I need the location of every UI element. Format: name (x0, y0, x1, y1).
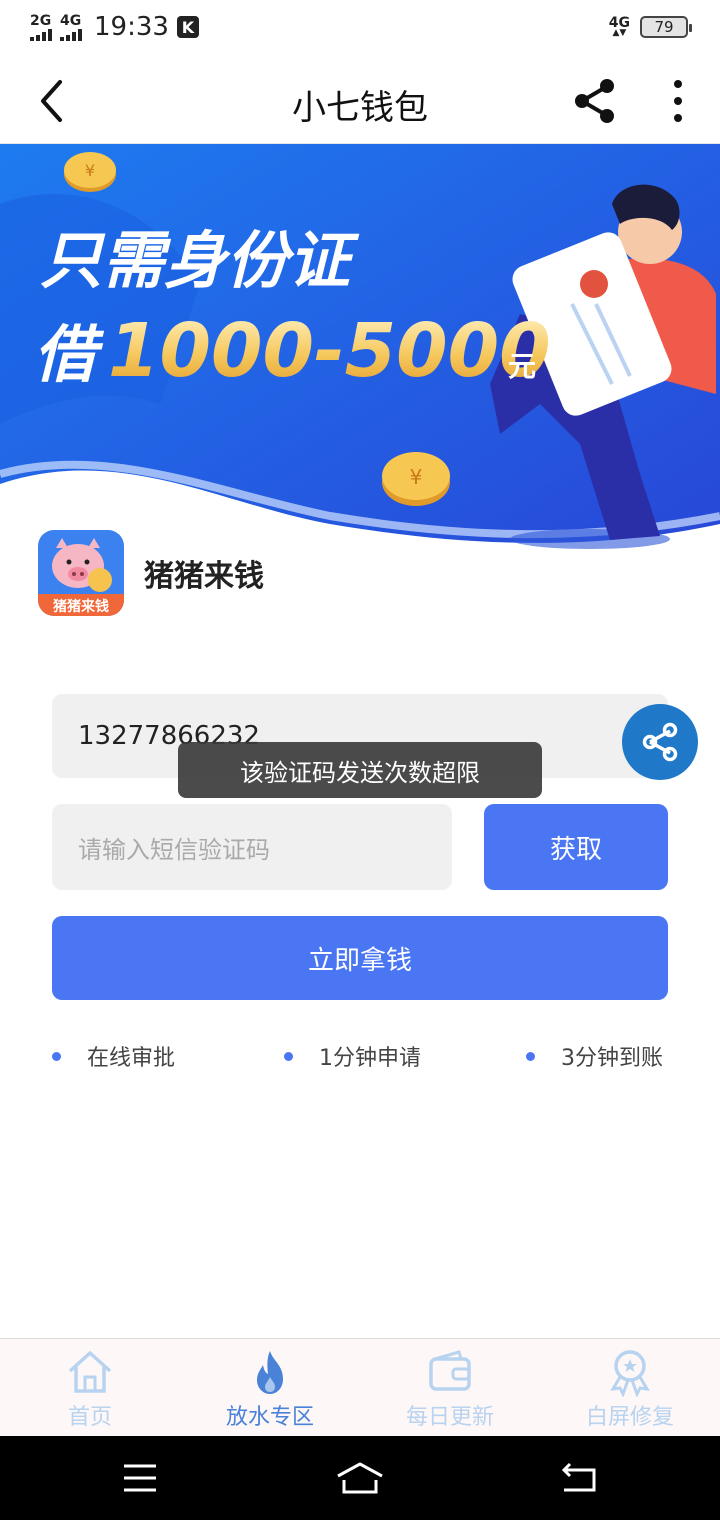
bottom-tab-bar: 首页 放水专区 每日更新 白屏修复 (0, 1338, 720, 1436)
wallet-icon (429, 1350, 471, 1391)
return-icon (561, 1462, 596, 1492)
bullet-icon (284, 1051, 293, 1061)
coin-icon: ¥ (382, 452, 450, 506)
signal-2g-label: 2G (30, 12, 52, 29)
more-vertical-icon (674, 80, 682, 122)
promo-banner[interactable]: ¥ ¥ 只需身份证 借 1000-5000 元 (0, 144, 720, 580)
feature-label: 3分钟到账 (561, 1046, 663, 1071)
share-icon (575, 79, 614, 123)
status-left: 2G 4G 19:33 K (30, 12, 199, 42)
home-outline-icon (337, 1462, 383, 1494)
tab-white-screen-fix[interactable]: 白屏修复 (540, 1347, 720, 1435)
banner-graphic: ¥ ¥ 只需身份证 借 1000-5000 元 (0, 144, 720, 580)
feature-list: 在线审批 1分钟申请 3分钟到账 (52, 1040, 668, 1080)
bullet-icon (526, 1051, 535, 1061)
banner-line2-prefix: 借 (34, 318, 105, 391)
tab-home[interactable]: 首页 (0, 1347, 180, 1435)
get-code-button[interactable]: 获取 (484, 804, 668, 890)
signal-4g-bars-icon (60, 28, 82, 41)
network-4g-icon: 4G ▲▼ (608, 14, 630, 38)
banner-amount: 1000-5000 (108, 308, 551, 394)
battery-icon: 79 (640, 16, 692, 38)
signal-2g-bars-icon (30, 28, 52, 41)
tab-label: 首页 (67, 1405, 112, 1430)
menu-button[interactable] (110, 1458, 170, 1498)
share-icon (642, 722, 678, 762)
system-back-button[interactable] (550, 1458, 610, 1498)
system-nav-bar (0, 1436, 720, 1520)
home-icon (68, 1351, 112, 1393)
toast-message: 该验证码发送次数超限 (178, 742, 542, 798)
signal-2g: 2G (30, 14, 52, 41)
tab-label: 放水专区 (225, 1405, 314, 1430)
tab-label: 白屏修复 (585, 1405, 674, 1430)
more-button[interactable] (658, 76, 698, 126)
share-button[interactable] (570, 76, 620, 126)
banner-line1: 只需身份证 (40, 224, 360, 297)
award-icon (610, 1350, 650, 1397)
banner-unit: 元 (508, 350, 536, 383)
feature-label: 在线审批 (87, 1046, 176, 1071)
feature-item: 1分钟申请 (284, 1040, 421, 1072)
feature-label: 1分钟申请 (319, 1046, 421, 1071)
svg-text:¥: ¥ (85, 161, 95, 180)
pig-app-icon[interactable]: 猪猪来钱 (38, 530, 124, 616)
tab-daily-update[interactable]: 每日更新 (360, 1347, 540, 1435)
app-card: 猪猪来钱 猪猪来钱 (38, 530, 264, 616)
tab-label: 每日更新 (405, 1405, 494, 1430)
network-4g-label: 4G (608, 14, 630, 31)
get-money-button[interactable]: 立即拿钱 (52, 916, 668, 1000)
bullet-icon (52, 1051, 61, 1061)
status-bar: 2G 4G 19:33 K 4G ▲▼ 79 (0, 0, 720, 58)
flame-icon (257, 1351, 283, 1394)
menu-icon (124, 1464, 156, 1492)
app-icon-label: 猪猪来钱 (52, 598, 109, 615)
feature-item: 在线审批 (52, 1040, 175, 1072)
signal-4g-label: 4G (60, 12, 82, 29)
k-app-icon: K (176, 16, 199, 38)
clock: 19:33 (94, 12, 169, 42)
signal-4g: 4G (60, 14, 82, 41)
floating-share-button[interactable] (622, 704, 698, 780)
system-home-button[interactable] (330, 1458, 390, 1498)
sms-code-input[interactable]: 请输入短信验证码 (52, 804, 452, 890)
coin-icon: ¥ (64, 152, 116, 192)
svg-text:¥: ¥ (410, 465, 423, 489)
sms-code-placeholder: 请输入短信验证码 (78, 835, 270, 864)
app-bar: 小七钱包 (0, 58, 720, 144)
battery-level: 79 (654, 18, 674, 36)
tab-hot-zone[interactable]: 放水专区 (180, 1347, 360, 1435)
app-name: 猪猪来钱 (144, 559, 264, 594)
status-right: 4G ▲▼ 79 (608, 14, 692, 38)
feature-item: 3分钟到账 (526, 1040, 663, 1072)
